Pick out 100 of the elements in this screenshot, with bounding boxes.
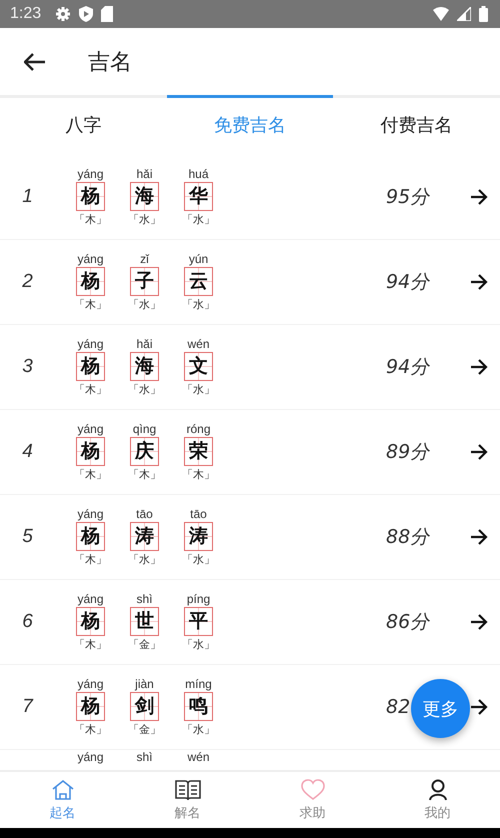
tab[interactable]: 付费吉名 bbox=[333, 95, 500, 155]
nav-item[interactable]: 我的 bbox=[375, 772, 500, 828]
pinyin-label: shì bbox=[136, 592, 152, 606]
character-grid: 世 bbox=[130, 606, 159, 636]
pinyin-label: jiàn bbox=[135, 676, 154, 692]
element-label: 「木」 bbox=[74, 382, 107, 398]
score-label: 95分 bbox=[386, 186, 430, 208]
score-label: 89分 bbox=[386, 441, 430, 463]
heart-icon bbox=[300, 778, 324, 800]
arrow-right-icon[interactable] bbox=[470, 529, 488, 545]
score-label: 86分 bbox=[386, 611, 430, 633]
character-grid: 庆 bbox=[130, 436, 159, 466]
pinyin-label: tāo bbox=[136, 506, 153, 522]
character-grid: 杨 bbox=[76, 436, 105, 466]
tab[interactable]: 八字 bbox=[0, 95, 167, 155]
element-label: 「金」 bbox=[128, 722, 161, 738]
pinyin-label: píng bbox=[186, 592, 210, 606]
character-grid: 华 bbox=[184, 182, 213, 210]
home-icon bbox=[50, 778, 74, 800]
person-icon bbox=[428, 778, 448, 800]
nav-item[interactable]: 求助 bbox=[250, 772, 375, 828]
pinyin-label: míng bbox=[185, 676, 212, 692]
element-label: 「木」 bbox=[74, 552, 107, 568]
character-grid: 云 bbox=[184, 266, 213, 296]
element-label: 「木」 bbox=[74, 636, 107, 652]
character-grid: 海 bbox=[130, 182, 159, 210]
pinyin-label: wén bbox=[187, 336, 210, 352]
pinyin-label: yún bbox=[188, 252, 208, 266]
character-grid: 杨 bbox=[76, 606, 105, 636]
character-grid: 鸣 bbox=[184, 692, 213, 720]
element-label: 「木」 bbox=[128, 466, 161, 482]
score-label: 88分 bbox=[386, 526, 430, 548]
character-grid: 平 bbox=[184, 606, 213, 636]
character-grid: 杨 bbox=[76, 522, 105, 550]
pinyin-label: yáng bbox=[77, 676, 104, 692]
status-time: 1:23 bbox=[10, 5, 42, 23]
rank-number: 5 bbox=[21, 526, 34, 548]
shield-icon bbox=[79, 6, 94, 22]
gear-icon bbox=[55, 6, 72, 22]
battery-icon bbox=[479, 6, 488, 22]
element-label: 「木」 bbox=[74, 296, 107, 312]
element-label: 「水」 bbox=[182, 722, 215, 738]
arrow-right-icon[interactable] bbox=[470, 699, 488, 715]
nav-item[interactable]: 解名 bbox=[125, 772, 250, 828]
pinyin-label: shì bbox=[136, 750, 152, 765]
pinyin-label: yáng bbox=[77, 422, 104, 436]
pinyin-label: wén bbox=[187, 750, 210, 765]
character-grid: 杨 bbox=[76, 182, 105, 210]
element-label: 「木」 bbox=[74, 722, 107, 738]
pinyin-label: yáng bbox=[77, 252, 104, 266]
book-icon bbox=[174, 778, 200, 800]
pinyin-label: yáng bbox=[77, 166, 104, 182]
score-label: 94分 bbox=[386, 271, 430, 293]
element-label: 「水」 bbox=[182, 296, 215, 312]
more-button[interactable]: 更多 bbox=[411, 679, 470, 738]
pinyin-label: yáng bbox=[77, 750, 104, 765]
element-label: 「水」 bbox=[182, 212, 215, 228]
character-grid: 海 bbox=[130, 352, 159, 380]
element-label: 「金」 bbox=[128, 636, 161, 652]
arrow-right-icon[interactable] bbox=[470, 274, 488, 290]
rank-number: 4 bbox=[21, 441, 34, 463]
page-title: 吉名 bbox=[88, 48, 132, 76]
pinyin-label: tāo bbox=[190, 506, 207, 522]
character-grid: 杨 bbox=[76, 352, 105, 380]
pinyin-label: yáng bbox=[77, 592, 104, 606]
character-grid: 剑 bbox=[130, 692, 159, 720]
tab[interactable]: 免费吉名 bbox=[166, 95, 334, 155]
pinyin-label: zǐ bbox=[140, 252, 149, 266]
character-grid: 子 bbox=[130, 266, 159, 296]
nav-item[interactable]: 起名 bbox=[0, 772, 125, 828]
element-label: 「水」 bbox=[128, 296, 161, 312]
rank-number: 6 bbox=[21, 611, 34, 633]
character-grid: 荣 bbox=[184, 436, 213, 466]
element-label: 「水」 bbox=[182, 382, 215, 398]
pinyin-label: róng bbox=[186, 422, 211, 436]
arrow-right-icon[interactable] bbox=[470, 444, 488, 460]
rank-number: 3 bbox=[21, 356, 34, 378]
signal-icon bbox=[457, 7, 471, 21]
pinyin-label: qìng bbox=[132, 422, 156, 436]
arrow-right-icon[interactable] bbox=[470, 614, 488, 630]
element-label: 「水」 bbox=[128, 382, 161, 398]
character-grid: 涛 bbox=[130, 522, 159, 550]
character-grid: 杨 bbox=[76, 692, 105, 720]
character-grid: 涛 bbox=[184, 522, 213, 550]
element-label: 「水」 bbox=[128, 212, 161, 228]
character-grid: 文 bbox=[184, 352, 213, 380]
arrow-right-icon[interactable] bbox=[470, 189, 488, 205]
wifi-icon bbox=[433, 7, 449, 21]
pinyin-label: yáng bbox=[77, 506, 104, 522]
element-label: 「木」 bbox=[74, 212, 107, 228]
pinyin-label: hǎi bbox=[136, 166, 152, 182]
sd-card-icon bbox=[101, 6, 114, 22]
rank-number: 2 bbox=[21, 271, 34, 293]
rank-number: 7 bbox=[21, 696, 34, 718]
character-grid: 杨 bbox=[76, 266, 105, 296]
arrow-right-icon[interactable] bbox=[470, 359, 488, 375]
element-label: 「木」 bbox=[182, 466, 215, 482]
score-label: 82 bbox=[386, 696, 410, 718]
pinyin-label: huá bbox=[188, 166, 209, 182]
rank-number: 1 bbox=[21, 186, 34, 208]
